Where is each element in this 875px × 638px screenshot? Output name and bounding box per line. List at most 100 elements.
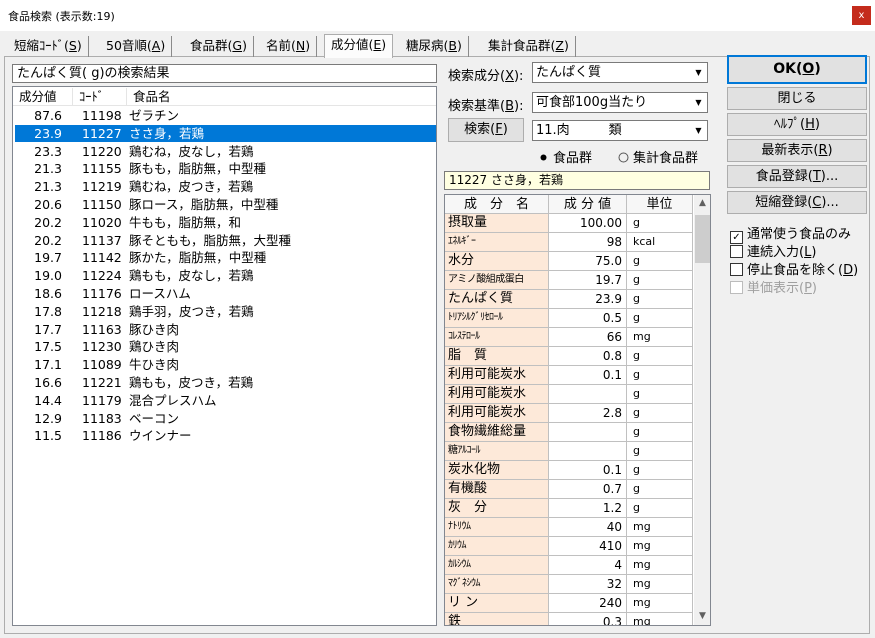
list-item[interactable]: 16.6 11221 鶏もも，皮つき，若鶏 xyxy=(15,374,436,391)
close-button[interactable]: 閉じる xyxy=(727,87,867,110)
scroll-down-icon[interactable]: ▼ xyxy=(694,608,710,625)
food-value: 17.7 xyxy=(34,321,62,337)
food-value: 21.3 xyxy=(34,179,62,195)
chevron-down-icon[interactable]: ▼ xyxy=(690,63,707,82)
food-name: 牛ひき肉 xyxy=(129,357,180,373)
nutrient-value: 40 xyxy=(549,518,627,537)
list-item[interactable]: 19.0 11224 鶏もも，皮なし，若鶏 xyxy=(15,267,436,284)
food-code: 11142 xyxy=(82,250,122,266)
tab-diabetes[interactable]: 糖尿病(B) xyxy=(400,36,469,57)
nutrient-grid[interactable]: 成 分 名 成 分 値 単位 摂取量 100.00 g ｴﾈﾙｷﾞｰ 98 kcal 水分 7… xyxy=(444,194,711,626)
food-name: 豚ひき肉 xyxy=(129,321,180,337)
nutrient-unit: mg xyxy=(627,575,693,594)
register-food-button[interactable]: 食品登録(T)... xyxy=(727,165,867,188)
food-code: 11089 xyxy=(82,357,122,373)
list-item[interactable]: 12.9 11183 ベーコン xyxy=(15,410,436,427)
list-item[interactable]: 21.3 11155 豚もも，脂肪無，中型種 xyxy=(15,160,436,177)
tab-name[interactable]: 名前(N) xyxy=(260,36,318,57)
nutrient-value: 240 xyxy=(549,594,627,613)
food-name: 鶏もも，皮つき，若鶏 xyxy=(129,375,254,390)
scroll-thumb[interactable] xyxy=(695,215,710,263)
nutrient-unit: g xyxy=(627,480,693,499)
close-window-button[interactable]: x xyxy=(852,6,871,25)
chevron-down-icon[interactable]: ▼ xyxy=(690,93,707,112)
list-item[interactable]: 19.7 11142 豚かた，脂肪無，中型種 xyxy=(15,249,436,266)
food-name: 鶏むね，皮なし，若鶏 xyxy=(129,143,254,159)
nutrient-scrollbar[interactable]: ▲ ▼ xyxy=(694,195,710,625)
radio-summary-food-group[interactable]: 集計食品群 xyxy=(618,147,698,166)
food-name: 鶏手羽，皮つき，若鶏 xyxy=(129,303,254,319)
selected-food-display: 11227 ささ身，若鶏 xyxy=(444,171,710,190)
help-button[interactable]: ﾍﾙﾌﾟ(H) xyxy=(727,113,867,136)
radio-food-group[interactable]: 食品群 xyxy=(538,147,592,166)
food-name: 豚もも，脂肪無，中型種 xyxy=(129,161,267,177)
nutrient-name: アミノ酸組成蛋白 xyxy=(445,271,549,290)
list-item[interactable]: 20.6 11150 豚ロース，脂肪無，中型種 xyxy=(15,196,436,213)
food-name: 鶏ひき肉 xyxy=(129,339,180,355)
register-short-code-button[interactable]: 短縮登録(C)... xyxy=(727,191,867,214)
nutrient-value: 100.00 xyxy=(549,214,627,233)
list-item[interactable]: 20.2 11020 牛もも，脂肪無，和 xyxy=(15,214,436,231)
list-item[interactable]: 87.6 11198 ゼラチン xyxy=(15,107,436,124)
nutrient-unit: g xyxy=(627,252,693,271)
nutrient-name: ﾄﾘｱｼﾙｸﾞﾘｾﾛｰﾙ xyxy=(445,309,549,328)
results-list[interactable]: 成分値 ｺｰﾄﾞ 食品名 87.6 11198 ゼラチン 23.9 11227 ささ身，若… xyxy=(12,86,437,626)
nutrient-unit: g xyxy=(627,423,693,442)
nutrient-unit: mg xyxy=(627,594,693,613)
list-item[interactable]: 11.5 11186 ウインナー xyxy=(15,427,436,444)
nutrient-value: 0.1 xyxy=(549,366,627,385)
food-name: 鶏もも，皮なし，若鶏 xyxy=(129,268,254,284)
food-code: 11176 xyxy=(82,286,122,301)
unit-price-checkbox: 単価表示(P) xyxy=(730,277,817,296)
nutrient-name: 摂取量 xyxy=(445,214,549,233)
chevron-down-icon[interactable]: ▼ xyxy=(690,121,707,140)
food-code: 11137 xyxy=(82,232,122,248)
nutrient-value: 75.0 xyxy=(549,252,627,271)
header-food-name[interactable]: 食品名 xyxy=(127,88,277,105)
exclude-stopped-checkbox[interactable]: 停止食品を除く(D) xyxy=(730,259,858,278)
header-value[interactable]: 成分値 xyxy=(13,88,73,105)
nutrient-name: 鉄 xyxy=(445,613,549,625)
food-code: 11183 xyxy=(82,410,122,426)
food-value: 18.6 xyxy=(34,286,62,301)
list-item[interactable]: 17.5 11230 鶏ひき肉 xyxy=(15,338,436,355)
list-item[interactable]: 20.2 11137 豚そともも，脂肪無，大型種 xyxy=(15,232,436,249)
food-group-select[interactable]: 11.肉 類 ▼ xyxy=(532,120,708,141)
nutrient-value xyxy=(549,442,627,461)
list-item[interactable]: 17.7 11163 豚ひき肉 xyxy=(15,321,436,338)
list-item[interactable]: 14.4 11179 混合プレスハム xyxy=(15,392,436,409)
ok-button[interactable]: OK(O) xyxy=(727,55,867,84)
food-value: 20.6 xyxy=(34,197,62,212)
tab-summary-food-group[interactable]: 集計食品群(Z) xyxy=(482,36,576,57)
search-basis-select[interactable]: 可食部100g当たり ▼ xyxy=(532,92,708,113)
scroll-up-icon[interactable]: ▲ xyxy=(694,195,710,212)
nutrient-unit: g xyxy=(627,404,693,423)
nutrient-name: ﾏｸﾞﾈｼｳﾑ xyxy=(445,575,549,594)
food-code: 11150 xyxy=(82,197,122,212)
header-code[interactable]: ｺｰﾄﾞ xyxy=(73,88,127,105)
search-basis-label: 検索基準(B): xyxy=(448,99,524,114)
food-value: 20.2 xyxy=(34,232,62,248)
nutrient-unit: g xyxy=(627,461,693,480)
refresh-button[interactable]: 最新表示(R) xyxy=(727,139,867,162)
nutrient-value: 19.7 xyxy=(549,271,627,290)
list-item[interactable]: 18.6 11176 ロースハム xyxy=(15,285,436,302)
list-item[interactable]: 21.3 11219 鶏むね，皮つき，若鶏 xyxy=(15,178,436,195)
search-button[interactable]: 検索(F) xyxy=(448,118,524,142)
list-item[interactable]: 23.3 11220 鶏むね，皮なし，若鶏 xyxy=(15,143,436,160)
list-item[interactable]: 17.1 11089 牛ひき肉 xyxy=(15,356,436,373)
search-component-select[interactable]: たんぱく質 ▼ xyxy=(532,62,708,83)
tab-food-group[interactable]: 食品群(G) xyxy=(184,36,254,57)
header-component-name: 成 分 名 xyxy=(445,195,549,214)
nutrient-name: 食物繊維総量 xyxy=(445,423,549,442)
tab-component-value[interactable]: 成分値(E) xyxy=(324,34,394,58)
nutrient-name: ﾅﾄﾘｳﾑ xyxy=(445,518,549,537)
continuous-input-checkbox[interactable]: 連続入力(L) xyxy=(730,241,816,260)
list-item[interactable]: 17.8 11218 鶏手羽，皮つき，若鶏 xyxy=(15,303,436,320)
tab-short-code[interactable]: 短縮ｺｰﾄﾞ(S) xyxy=(8,36,89,57)
nutrient-value: 4 xyxy=(549,556,627,575)
food-name: ウインナー xyxy=(129,428,192,444)
food-name: 混合プレスハム xyxy=(129,392,217,408)
list-item[interactable]: 23.9 11227 ささ身，若鶏 xyxy=(15,124,436,142)
tab-aiueo-order[interactable]: 50音順(A) xyxy=(100,36,173,57)
